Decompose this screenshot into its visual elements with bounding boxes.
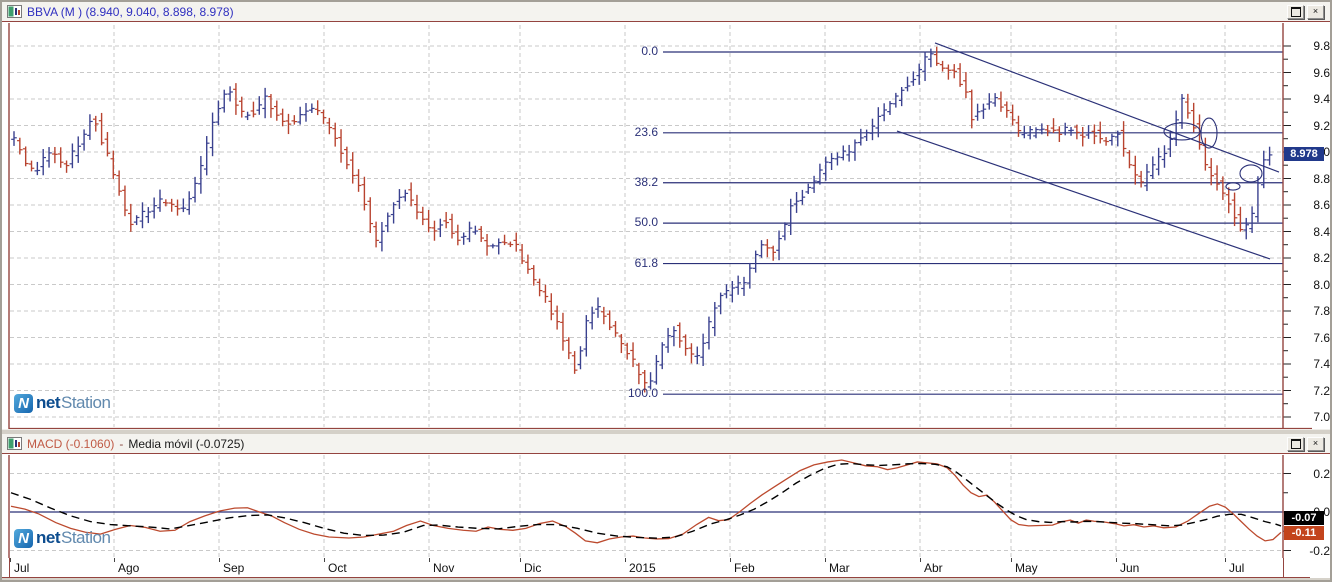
media-movil-title: Media móvil (-0.0725) [128, 436, 245, 451]
month-label: Feb [734, 561, 755, 575]
trendline [896, 130, 1271, 260]
fibonacci-label: 100.0 [627, 386, 658, 401]
window-resize-edge [2, 578, 1330, 581]
price-axis-label: 8.0 [1313, 277, 1330, 292]
macd-panel-titlebar[interactable]: MACD (-0.1060) - Media móvil (-0.0725) × [2, 434, 1330, 454]
month-label: 2015 [629, 561, 656, 575]
month-tick [10, 558, 11, 562]
price-axis-label: 9.2 [1313, 118, 1330, 133]
price-axis-label: 8.6 [1313, 198, 1330, 212]
price-axis-label: 8.8 [1313, 171, 1330, 186]
month-label: Jul [1229, 561, 1245, 575]
fibonacci-label: 61.8 [634, 255, 658, 270]
month-label: May [1015, 561, 1038, 575]
time-axis: Jul Ago Sep Oct Nov Dic 2015 Feb Mar Abr May Jun Jul [2, 558, 1310, 578]
price-axis-label: 9.4 [1313, 92, 1330, 106]
ellipse-annotation [1239, 164, 1263, 183]
month-label: Sep [223, 561, 245, 575]
last-price-tag: 8.978 [1284, 146, 1324, 161]
month-tick [825, 558, 826, 562]
chart-icon [7, 437, 22, 450]
signal-line [10, 462, 1282, 539]
macd-chart-svg [8, 455, 1291, 558]
price-axis-label: 9.8 [1313, 39, 1330, 53]
close-icon: × [1312, 6, 1319, 16]
month-label: Ago [118, 561, 140, 575]
fibonacci-label: 38.2 [634, 174, 658, 189]
price-axis-label: 7.6 [1313, 330, 1330, 345]
month-tick [324, 558, 325, 562]
month-label: Abr [924, 561, 943, 575]
price-panel-title: BBVA (M ) (8.940, 9.040, 8.898, 8.978) [27, 4, 234, 19]
macd-line [10, 459, 1282, 544]
month-tick [1116, 558, 1117, 562]
month-tick [219, 558, 220, 562]
netstation-window: BBVA (M ) (8.940, 9.040, 8.898, 8.978) ×… [0, 0, 1332, 582]
signal-value-tag: -0.07 [1284, 511, 1324, 525]
month-tick [625, 558, 626, 562]
month-label: Dic [524, 561, 542, 575]
restore-button[interactable] [1287, 4, 1304, 19]
macd-chart-area[interactable]: N net Station -0.07 -0.11 0.20.0-0.2 [2, 455, 1330, 558]
fibonacci-label: 0.0 [641, 43, 658, 58]
macd-axis-label: 0.2 [1313, 466, 1330, 481]
fibonacci-label: 23.6 [634, 124, 658, 139]
month-tick [429, 558, 430, 562]
month-label: Oct [328, 561, 347, 575]
price-chart-area[interactable]: N net Station 8.978 9.89.69.49.29.08.88.… [2, 23, 1330, 429]
axis-left-border [9, 558, 10, 577]
close-button[interactable]: × [1307, 436, 1324, 451]
price-panel-titlebar[interactable]: BBVA (M ) (8.940, 9.040, 8.898, 8.978) × [2, 2, 1330, 22]
month-tick [520, 558, 521, 562]
month-label: Mar [829, 561, 850, 575]
price-axis-label: 8.4 [1313, 224, 1330, 239]
price-axis-label: 9.6 [1313, 65, 1330, 80]
trendline [934, 42, 1280, 173]
restore-icon [1290, 6, 1301, 17]
price-axis-label: 7.0 [1313, 410, 1330, 424]
fibonacci-label: 50.0 [634, 215, 658, 230]
month-tick [730, 558, 731, 562]
chart-icon [7, 5, 22, 18]
price-axis-label: 8.2 [1313, 251, 1330, 265]
close-icon: × [1312, 438, 1319, 448]
macd-title-separator: - [119, 436, 124, 451]
restore-button[interactable] [1287, 436, 1304, 451]
titlebar-buttons: × [1287, 4, 1330, 19]
month-label: Nov [433, 561, 455, 575]
price-axis-label: 7.2 [1313, 383, 1330, 398]
macd-value-tag: -0.11 [1284, 526, 1324, 540]
month-tick [1011, 558, 1012, 562]
macd-axis-label: -0.2 [1309, 543, 1330, 558]
month-tick [1225, 558, 1226, 562]
price-axis-label: 7.4 [1313, 357, 1330, 371]
month-label: Jul [14, 561, 30, 575]
price-chart-svg [8, 23, 1312, 429]
month-tick [114, 558, 115, 562]
restore-icon [1290, 438, 1301, 449]
axis-right-border [1283, 558, 1284, 577]
month-label: Jun [1120, 561, 1140, 575]
close-button[interactable]: × [1307, 4, 1324, 19]
titlebar-buttons: × [1287, 436, 1330, 451]
month-tick [920, 558, 921, 562]
ellipse-annotation [1225, 182, 1241, 191]
price-axis-label: 7.8 [1313, 304, 1330, 318]
macd-title: MACD (-0.1060) [27, 436, 115, 451]
